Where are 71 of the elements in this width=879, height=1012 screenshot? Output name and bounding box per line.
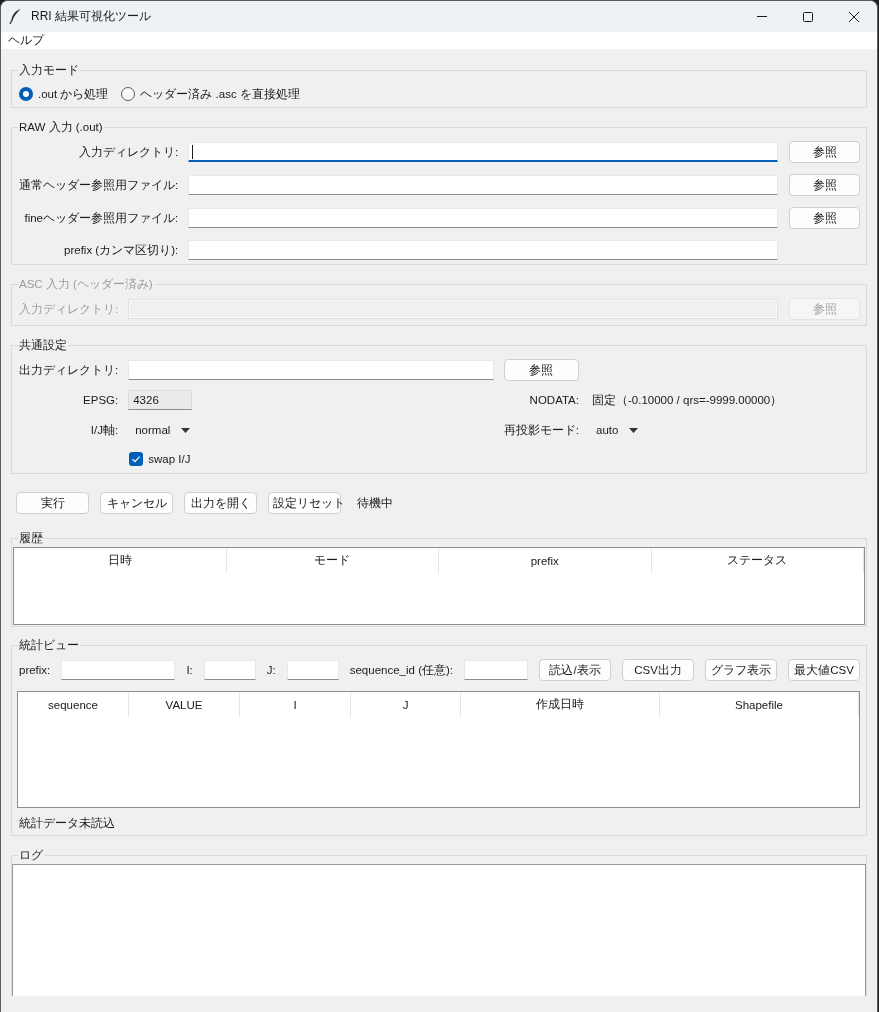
- cancel-button[interactable]: キャンセル: [100, 492, 173, 514]
- column-header: J: [351, 692, 461, 717]
- field-label: prefix:: [19, 663, 51, 678]
- input-field[interactable]: [188, 175, 778, 195]
- column-header: I: [240, 692, 351, 717]
- minimize-icon: [757, 16, 767, 17]
- window-title: RRI 結果可視化ツール: [31, 8, 151, 25]
- input-field[interactable]: [188, 142, 778, 162]
- column-header: prefix: [439, 548, 652, 573]
- reset-settings-button[interactable]: 設定リセット: [268, 492, 341, 514]
- field-label: 入力ディレクトリ:: [79, 145, 179, 160]
- field-label: fineヘッダー参照用ファイル:: [24, 211, 179, 226]
- close-icon: [849, 11, 859, 22]
- input-field[interactable]: [188, 240, 778, 260]
- caret-icon: [181, 427, 191, 433]
- field-label: I:: [186, 663, 193, 678]
- column-header: sequence: [18, 692, 129, 717]
- field-label: 通常ヘッダー参照用ファイル:: [19, 178, 179, 193]
- browse-button[interactable]: 参照: [789, 207, 860, 229]
- column-header: モード: [226, 548, 439, 573]
- field-label: sequence_id (任意):: [349, 663, 453, 678]
- panel-title: ASC 入力 (ヘッダー済み): [18, 277, 154, 291]
- open-output-button[interactable]: 出力を開く: [184, 492, 257, 514]
- status-text: 統計データ未読込: [19, 816, 116, 830]
- field-label: NODATA:: [529, 393, 579, 408]
- filter-field[interactable]: [464, 660, 528, 680]
- run-button[interactable]: 実行: [16, 492, 89, 514]
- panel-title: ログ: [18, 848, 44, 862]
- field-label: 再投影モード:: [503, 423, 579, 438]
- field-label: J:: [266, 663, 276, 678]
- browse-button[interactable]: 参照: [789, 174, 860, 196]
- panel-title: 入力モード: [18, 63, 80, 77]
- field-label: prefix (カンマ区切り):: [64, 243, 179, 258]
- column-header: ステータス: [651, 548, 864, 573]
- epsg-field[interactable]: 4326: [128, 390, 193, 410]
- filter-field[interactable]: [203, 660, 256, 680]
- stats-table[interactable]: sequence VALUE I J 作成日時 Shapefile: [17, 691, 860, 808]
- browse-button[interactable]: 参照: [503, 359, 579, 381]
- field-label: I/J軸:: [90, 423, 119, 438]
- filter-field[interactable]: [61, 660, 176, 680]
- maximize-icon: [803, 11, 813, 22]
- menu-item[interactable]: ヘルプ: [1, 32, 50, 49]
- column-header: VALUE: [129, 692, 240, 717]
- panel-title: 統計ビュー: [18, 638, 80, 652]
- feather-icon: [9, 9, 21, 24]
- radio-option[interactable]: ヘッダー済み .asc を直接処理: [121, 86, 300, 102]
- csv-export-button[interactable]: CSV出力: [622, 659, 694, 681]
- column-header: 日時: [14, 548, 227, 573]
- reprojection-dropdown[interactable]: auto: [589, 419, 643, 441]
- status-text: 待機中: [357, 495, 393, 511]
- column-header: Shapefile: [660, 692, 859, 717]
- swap-checkbox[interactable]: swap I/J: [129, 450, 191, 468]
- panel-title: 履歴: [18, 531, 44, 545]
- field-label: 出力ディレクトリ:: [19, 363, 119, 378]
- field-label: EPSG:: [83, 393, 119, 408]
- filter-field[interactable]: [286, 660, 339, 680]
- load-display-button[interactable]: 読込/表示: [539, 659, 611, 681]
- panel-title: RAW 入力 (.out): [18, 120, 104, 134]
- input-field[interactable]: [188, 208, 778, 228]
- radio-option[interactable]: .out から処理: [19, 86, 109, 102]
- max-csv-button[interactable]: 最大値CSV: [788, 659, 860, 681]
- panel-title: 共通設定: [18, 338, 68, 352]
- input-field[interactable]: [128, 360, 494, 380]
- graph-button[interactable]: グラフ表示: [705, 659, 777, 681]
- column-header: 作成日時: [461, 692, 660, 717]
- nodata-value: 固定（-0.10000 / qrs=-9999.00000）: [592, 393, 783, 408]
- ij-axis-dropdown[interactable]: normal: [128, 419, 195, 441]
- browse-button[interactable]: 参照: [789, 141, 860, 163]
- history-table[interactable]: 日時 モード prefix ステータス: [13, 547, 865, 625]
- caret-icon: [629, 427, 639, 433]
- field-label: 入力ディレクトリ:: [19, 302, 119, 317]
